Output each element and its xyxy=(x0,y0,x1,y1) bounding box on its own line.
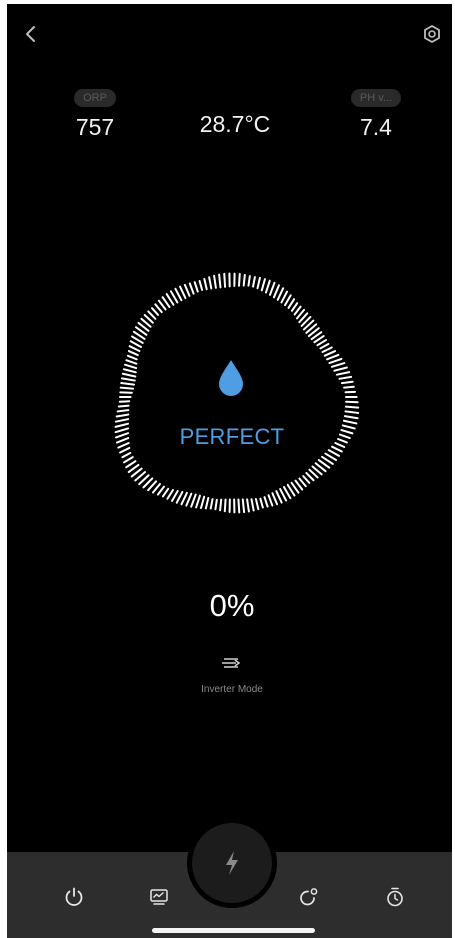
orp-label: ORP xyxy=(74,89,116,107)
water-status-text: PERFECT xyxy=(179,424,285,449)
orp-value: 757 xyxy=(75,114,115,140)
temperature-metric: 28.7°C xyxy=(175,111,295,138)
power-icon xyxy=(65,887,83,906)
inverter-mode-label: Inverter Mode xyxy=(201,684,263,695)
ph-value: 7.4 xyxy=(360,114,392,140)
cycle-icon xyxy=(300,888,318,906)
status-bar xyxy=(7,0,452,4)
home-indicator xyxy=(152,928,315,933)
gear-icon xyxy=(424,25,440,43)
ph-metric[interactable]: PH v... 7.4 xyxy=(336,88,416,141)
inverter-mode-icon xyxy=(222,658,241,668)
app-screen: ORP 757 28.7°C PH v... 7.4 PERFECT 0% In… xyxy=(7,0,452,938)
lightning-icon xyxy=(226,851,238,875)
nav-timer-button[interactable] xyxy=(378,880,412,914)
orp-metric[interactable]: ORP 757 xyxy=(55,88,135,141)
back-button[interactable] xyxy=(17,20,45,48)
nav-cycle-button[interactable] xyxy=(292,880,326,914)
water-drop-icon xyxy=(219,360,243,396)
output-percent: 0% xyxy=(209,588,255,623)
nav-boost-button[interactable] xyxy=(187,818,277,908)
monitor-chart-icon xyxy=(150,889,168,905)
ph-label: PH v... xyxy=(350,89,402,107)
timer-icon xyxy=(387,887,403,907)
settings-button[interactable] xyxy=(418,20,446,48)
chevron-left-icon xyxy=(26,26,35,42)
nav-power-button[interactable] xyxy=(57,880,91,914)
temperature-value: 28.7°C xyxy=(199,111,271,137)
nav-monitor-button[interactable] xyxy=(142,880,176,914)
